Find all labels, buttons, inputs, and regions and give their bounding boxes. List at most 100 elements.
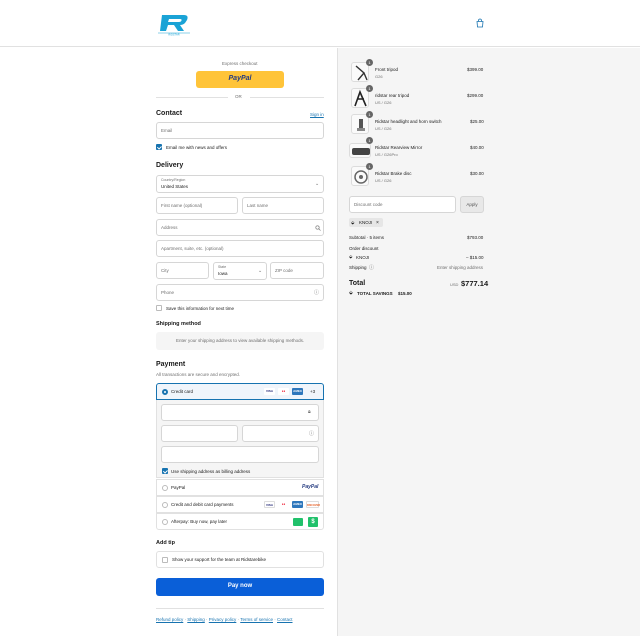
security-code-field[interactable]: ⓘ [242,425,319,442]
item-price: $399.00 [467,67,484,72]
tag-icon: ⬙ [349,254,353,259]
quantity-badge: 1 [366,85,373,92]
svg-text:RIDSTAR: RIDSTAR [168,33,179,37]
expiration-field[interactable] [161,425,238,442]
apartment-field[interactable]: Apartment, suite, etc. (optional) [156,240,324,257]
item-variant: US / G26 [375,178,392,183]
afterpay-option[interactable]: Afterpay: Buy now, pay later $ [156,513,324,530]
search-icon [315,225,321,231]
country-select[interactable]: Country/Region United States ⌄ [156,175,324,193]
email-field[interactable]: Email [156,122,324,139]
save-info-label: Save this information for next time [166,306,235,311]
item-name: ridstar rear tripod [375,93,410,98]
item-price: $40.00 [470,145,484,150]
tip-option[interactable]: Show your support for the team at Ridsta… [156,551,324,568]
address-field[interactable]: Address [156,219,324,236]
divider [250,97,324,98]
product-thumbnail [349,143,371,158]
news-label: Email me with news and offers [166,145,227,150]
news-checkbox[interactable] [156,144,162,150]
header: RIDSTAR [0,0,640,47]
item-price: $299.00 [467,93,484,98]
quantity-badge: 1 [366,163,373,170]
delivery-heading: Delivery [156,162,184,169]
add-tip-heading: Add tip [156,540,175,546]
item-price: $25.00 [470,119,484,124]
phone-field[interactable]: Phone ⓘ [156,284,324,301]
quantity-badge: 1 [366,137,373,144]
shipping-link[interactable]: Shipping [187,617,205,622]
discount-tag: ⬙ KNOJI × [349,218,383,227]
order-discount-label: Order discount [349,246,379,251]
privacy-policy-link[interactable]: Privacy policy [209,617,237,622]
help-icon[interactable]: ⓘ [309,430,314,437]
credit-card-radio[interactable] [162,389,168,395]
credit-card-option[interactable]: Credit card VISA ●● AMEX +3 [156,383,324,400]
total-value: $777.14 [461,279,489,288]
order-summary [337,48,640,636]
tip-checkbox[interactable] [162,557,168,563]
discover-icon: DISCOVER [306,501,320,508]
amex-icon: AMEX [292,501,303,508]
item-variant: US / G26Pro [375,152,398,157]
billing-same-checkbox[interactable] [162,468,168,474]
card-number-field[interactable]: 🔒︎ [161,404,319,421]
paypal-express-button[interactable]: PayPal [196,71,284,88]
paypal-logo: PayPal [228,75,252,82]
visa-icon: VISA [264,501,275,508]
divider [156,97,228,98]
payment-heading: Payment [156,361,186,368]
zip-field[interactable]: ZIP code [270,262,324,279]
quantity-badge: 1 [366,111,373,118]
total-label: Total [349,280,366,287]
payment-subtitle: All transactions are secure and encrypte… [156,372,241,377]
or-label: OR [235,94,242,99]
shipping-method-notice: Enter your shipping address to view avai… [156,332,324,350]
tag-icon: ⬙ [349,290,353,296]
refund-policy-link[interactable]: Refund policy [156,617,183,622]
item-name: Ridstar Brake disc [375,171,412,176]
shipping-label: Shipping [349,265,367,270]
shopping-bag-icon[interactable] [475,18,485,28]
terms-link[interactable]: Terms of service [240,617,273,622]
state-select[interactable]: State Iowa ⌄ [213,262,267,280]
total-savings-label: TOTAL SAVINGS [357,291,393,296]
apply-discount-button[interactable]: Apply [460,196,484,213]
first-name-field[interactable]: First name (optional) [156,197,238,214]
footer-divider [156,608,324,609]
help-icon[interactable]: ⓘ [369,264,374,271]
visa-icon: VISA [264,388,275,395]
sign-in-link[interactable]: Sign in [310,112,324,117]
discount-code-field[interactable]: Discount code [349,196,456,213]
discount-code-label: KNOJI [356,255,370,260]
ridstar-logo[interactable]: RIDSTAR [156,12,192,36]
discount-amount: – $15.00 [466,255,484,260]
tag-icon: ⬙ [351,219,355,225]
paypal-option[interactable]: PayPal PayPal [156,479,324,496]
chevron-down-icon: ⌄ [315,181,320,187]
contact-link[interactable]: Contact [277,617,293,622]
item-variant: US / G26 [375,100,392,105]
remove-discount-icon[interactable]: × [376,220,379,226]
billing-same-label: Use shipping address as billing address [171,469,251,474]
item-variant: G26 [375,74,383,79]
city-field[interactable]: City [156,262,209,279]
name-on-card-field[interactable] [161,446,319,463]
item-price: $30.00 [470,171,484,176]
debit-radio[interactable] [162,502,168,508]
subtotal-label: Subtotal · 5 items [349,235,385,240]
save-info-checkbox[interactable] [156,305,162,311]
help-icon[interactable]: ⓘ [314,289,319,296]
afterpay-radio[interactable] [162,519,168,525]
amex-icon: AMEX [292,388,303,395]
item-name: Ridstar headlight and horn switch [375,119,442,124]
debit-option[interactable]: Credit and debit card payments VISA ●● A… [156,496,324,513]
footer-links: Refund policy · Shipping · Privacy polic… [156,617,293,622]
pay-now-button[interactable]: Pay now [156,578,324,596]
cashapp-icon: $ [308,517,318,527]
mastercard-icon: ●● [278,501,289,508]
item-name: Ridstar Rearview Mirror [375,145,423,150]
last-name-field[interactable]: Last name [242,197,324,214]
quantity-badge: 1 [366,59,373,66]
paypal-radio[interactable] [162,485,168,491]
